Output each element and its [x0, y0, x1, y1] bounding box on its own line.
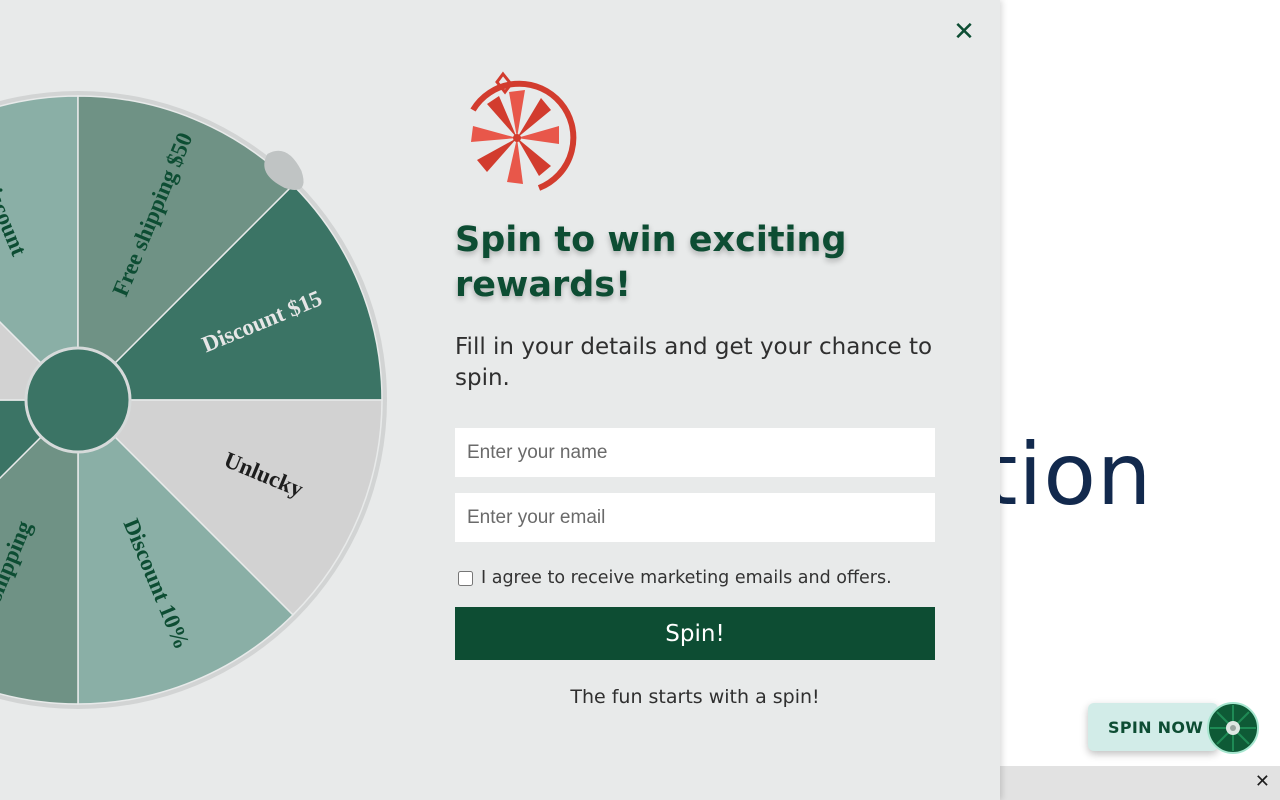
popup-subtitle: Fill in your details and get your chance…	[455, 334, 933, 391]
popup-title: Spin to win exciting rewards!	[455, 220, 847, 305]
spin-wheel-logo-icon	[470, 71, 577, 191]
spin-wheel-popup: Discount $15UnluckyDiscount 10%Free ship…	[0, 0, 1000, 800]
email-input[interactable]	[455, 493, 935, 542]
bottom-bar-close-icon[interactable]: ✕	[1255, 771, 1270, 792]
consent-row: I agree to receive marketing emails and …	[455, 568, 935, 588]
wheel-hub	[24, 346, 132, 454]
footer-text: The fun starts with a spin!	[570, 686, 820, 708]
prize-wheel: Discount $15UnluckyDiscount 10%Free ship…	[0, 91, 387, 709]
consent-checkbox[interactable]	[458, 570, 473, 586]
close-icon[interactable]: ✕	[952, 18, 976, 46]
spin-now-button[interactable]: SPIN NOW	[1088, 703, 1218, 751]
mini-wheel-icon[interactable]	[1206, 701, 1260, 755]
spin-now-label: SPIN NOW	[1108, 718, 1204, 737]
spin-button[interactable]: Spin!	[455, 607, 935, 660]
consent-label[interactable]: I agree to receive marketing emails and …	[481, 568, 892, 588]
popup-content: Spin to win exciting rewards! Fill in yo…	[455, 68, 935, 708]
name-input[interactable]	[455, 428, 935, 477]
